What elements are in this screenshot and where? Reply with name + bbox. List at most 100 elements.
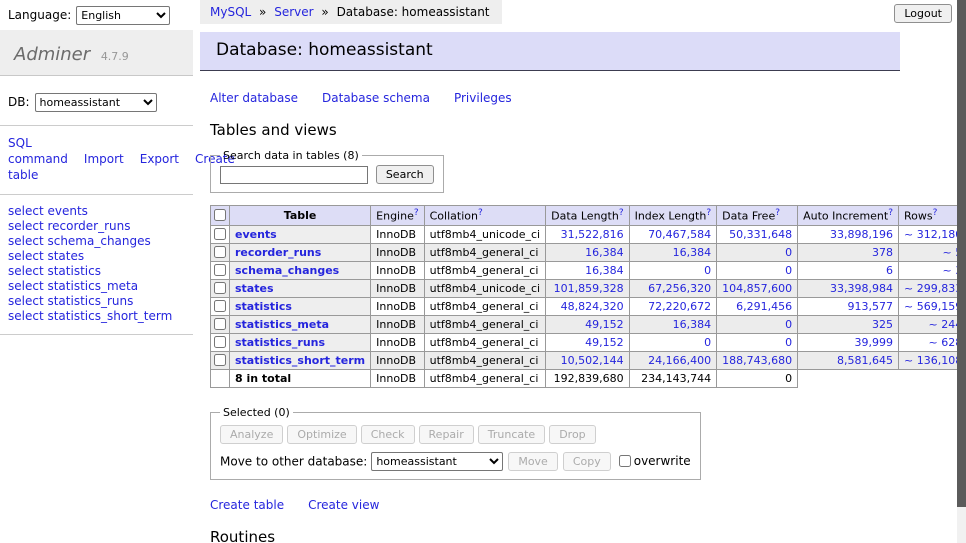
table-name-link[interactable]: statistics_short_term bbox=[235, 354, 365, 367]
data-length-link[interactable]: 31,522,816 bbox=[561, 228, 624, 241]
index-length-link[interactable]: 0 bbox=[704, 264, 711, 277]
data-length-cell: 16,384 bbox=[546, 243, 629, 261]
data-free-link[interactable]: 6,291,456 bbox=[736, 300, 792, 313]
data-length-link[interactable]: 10,502,144 bbox=[561, 354, 624, 367]
sidebar-table-link-select-recorder-runs[interactable]: select recorder_runs bbox=[8, 219, 185, 234]
data-free-link[interactable]: 188,743,680 bbox=[722, 354, 792, 367]
table-name-cell: schema_changes bbox=[230, 261, 371, 279]
sidebar-table-link-select-statistics[interactable]: select statistics bbox=[8, 264, 185, 279]
table-name-link[interactable]: statistics_meta bbox=[235, 318, 329, 331]
rows-link[interactable]: ~ 299,833 bbox=[904, 282, 962, 295]
data-free-link[interactable]: 0 bbox=[785, 318, 792, 331]
sidebar-table-link-select-statistics-meta[interactable]: select statistics_meta bbox=[8, 279, 185, 294]
row-checkbox[interactable] bbox=[214, 354, 226, 366]
copy-button[interactable]: Copy bbox=[563, 452, 611, 471]
truncate-button[interactable]: Truncate bbox=[478, 425, 545, 444]
index-length-link[interactable]: 16,384 bbox=[673, 246, 712, 259]
table-name-link[interactable]: statistics_runs bbox=[235, 336, 325, 349]
column-help-link[interactable]: ? bbox=[619, 208, 624, 218]
db-action-link-alter-database[interactable]: Alter database bbox=[210, 91, 298, 105]
move-db-select[interactable]: homeassistant bbox=[371, 452, 503, 471]
db-action-link-database-schema[interactable]: Database schema bbox=[322, 91, 430, 105]
data-free-link[interactable]: 104,857,600 bbox=[722, 282, 792, 295]
sidebar-table-link-select-events[interactable]: select events bbox=[8, 204, 185, 219]
column-help-link[interactable]: ? bbox=[888, 208, 893, 218]
auto-increment-link[interactable]: 6 bbox=[886, 264, 893, 277]
table-name-link[interactable]: statistics bbox=[235, 300, 292, 313]
search-button[interactable]: Search bbox=[376, 165, 434, 184]
logout-button[interactable]: Logout bbox=[894, 4, 952, 23]
column-help-link[interactable]: ? bbox=[775, 208, 780, 218]
table-name-link[interactable]: recorder_runs bbox=[235, 246, 321, 259]
create-link-create-table[interactable]: Create table bbox=[210, 498, 284, 512]
row-checkbox[interactable] bbox=[214, 300, 226, 312]
auto-increment-link[interactable]: 8,581,645 bbox=[837, 354, 893, 367]
db-select[interactable]: homeassistant bbox=[35, 93, 157, 112]
sidebar-table-link-select-statistics-short-term[interactable]: select statistics_short_term bbox=[8, 309, 185, 324]
index-length-link[interactable]: 72,220,672 bbox=[648, 300, 711, 313]
sidebar-table-link-select-statistics-runs[interactable]: select statistics_runs bbox=[8, 294, 185, 309]
column-help-link[interactable]: ? bbox=[414, 208, 419, 218]
select-all-checkbox[interactable] bbox=[214, 209, 226, 221]
data-length-link[interactable]: 49,152 bbox=[585, 336, 624, 349]
breadcrumb-separator: » bbox=[259, 5, 266, 19]
db-action-link-privileges[interactable]: Privileges bbox=[454, 91, 512, 105]
sidebar-action-sql-command[interactable]: SQL command bbox=[8, 136, 68, 166]
data-length-link[interactable]: 16,384 bbox=[585, 264, 624, 277]
column-help-link[interactable]: ? bbox=[478, 208, 483, 218]
scrollbar[interactable] bbox=[957, 0, 966, 543]
row-checkbox[interactable] bbox=[214, 264, 226, 276]
index-length-link[interactable]: 70,467,584 bbox=[648, 228, 711, 241]
table-name-link[interactable]: schema_changes bbox=[235, 264, 339, 277]
auto-increment-link[interactable]: 33,898,196 bbox=[830, 228, 893, 241]
rows-link[interactable]: ~ 569,159 bbox=[904, 300, 962, 313]
index-length-link[interactable]: 67,256,320 bbox=[648, 282, 711, 295]
repair-button[interactable]: Repair bbox=[419, 425, 474, 444]
table-name-link[interactable]: states bbox=[235, 282, 274, 295]
sidebar-action-export[interactable]: Export bbox=[140, 152, 179, 166]
breadcrumb-server-link[interactable]: Server bbox=[274, 5, 313, 19]
row-checkbox[interactable] bbox=[214, 282, 226, 294]
move-button[interactable]: Move bbox=[508, 452, 558, 471]
breadcrumb-mysql-link[interactable]: MySQL bbox=[210, 5, 251, 19]
table-name-link[interactable]: events bbox=[235, 228, 277, 241]
language-select[interactable]: English bbox=[76, 6, 170, 25]
search-input[interactable] bbox=[220, 166, 368, 184]
sidebar-action-import[interactable]: Import bbox=[84, 152, 124, 166]
data-length-link[interactable]: 101,859,328 bbox=[554, 282, 624, 295]
check-button[interactable]: Check bbox=[361, 425, 415, 444]
row-checkbox[interactable] bbox=[214, 318, 226, 330]
data-free-link[interactable]: 50,331,648 bbox=[729, 228, 792, 241]
auto-increment-link[interactable]: 325 bbox=[872, 318, 893, 331]
data-length-link[interactable]: 16,384 bbox=[585, 246, 624, 259]
optimize-button[interactable]: Optimize bbox=[287, 425, 356, 444]
analyze-button[interactable]: Analyze bbox=[220, 425, 283, 444]
data-free-link[interactable]: 0 bbox=[785, 246, 792, 259]
auto-increment-link[interactable]: 33,398,984 bbox=[830, 282, 893, 295]
data-free-cell: 0 bbox=[717, 315, 798, 333]
data-free-link[interactable]: 0 bbox=[785, 336, 792, 349]
create-link-create-view[interactable]: Create view bbox=[308, 498, 379, 512]
auto-increment-link[interactable]: 39,999 bbox=[855, 336, 894, 349]
row-checkbox[interactable] bbox=[214, 336, 226, 348]
index-length-link[interactable]: 24,166,400 bbox=[648, 354, 711, 367]
index-length-link[interactable]: 0 bbox=[704, 336, 711, 349]
rows-link[interactable]: ~ 312,180 bbox=[904, 228, 962, 241]
row-checkbox[interactable] bbox=[214, 228, 226, 240]
sidebar-table-link-select-states[interactable]: select states bbox=[8, 249, 185, 264]
sidebar-table-link-select-schema-changes[interactable]: select schema_changes bbox=[8, 234, 185, 249]
row-checkbox[interactable] bbox=[214, 246, 226, 258]
data-free-link[interactable]: 0 bbox=[785, 264, 792, 277]
drop-button[interactable]: Drop bbox=[549, 425, 595, 444]
index-length-link[interactable]: 16,384 bbox=[673, 318, 712, 331]
rows-link[interactable]: ~ 136,108 bbox=[904, 354, 962, 367]
overwrite-checkbox[interactable] bbox=[619, 455, 631, 467]
scrollbar-thumb[interactable] bbox=[957, 0, 966, 507]
data-length-link[interactable]: 49,152 bbox=[585, 318, 624, 331]
column-help-link[interactable]: ? bbox=[933, 208, 938, 218]
row-checkbox-cell bbox=[211, 261, 230, 279]
auto-increment-link[interactable]: 378 bbox=[872, 246, 893, 259]
auto-increment-link[interactable]: 913,577 bbox=[848, 300, 894, 313]
data-length-link[interactable]: 48,824,320 bbox=[561, 300, 624, 313]
column-help-link[interactable]: ? bbox=[706, 208, 711, 218]
